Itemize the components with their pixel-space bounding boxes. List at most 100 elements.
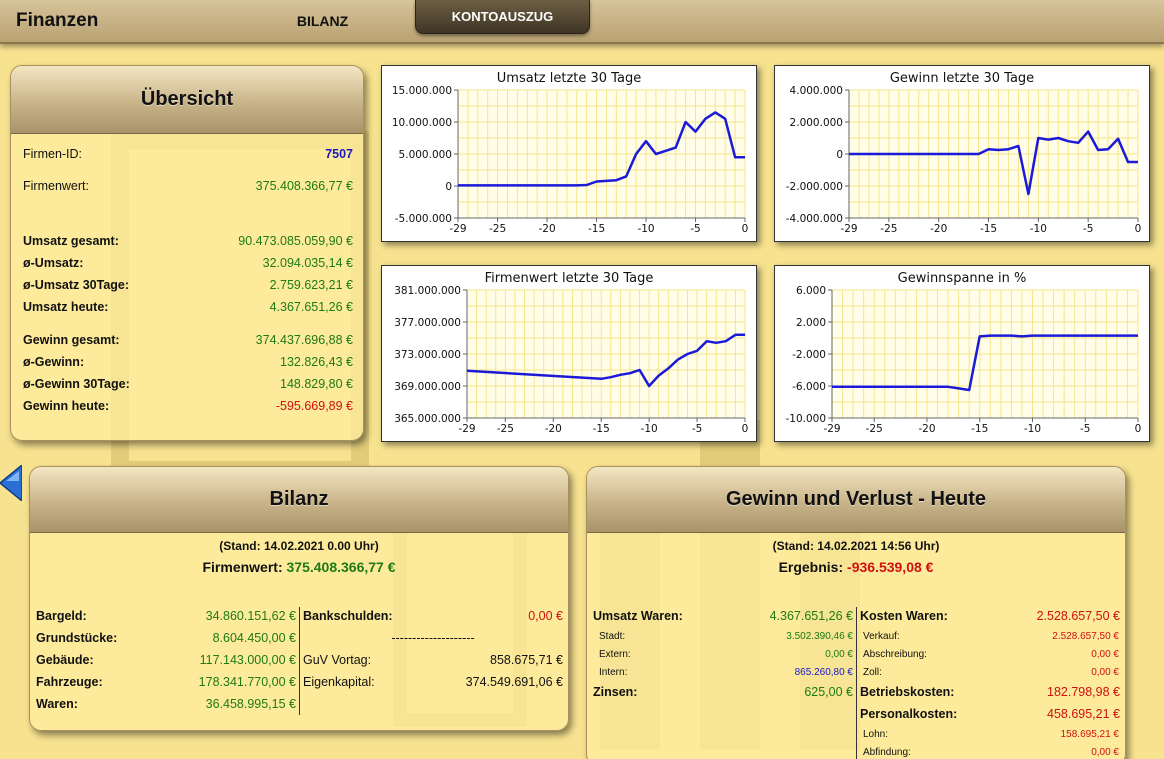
chart-title: Umsatz letzte 30 Tage [497, 71, 641, 86]
guv-value: 0,00 € [1091, 747, 1119, 758]
overview-label: Gewinn heute: [23, 399, 110, 413]
aktiva-row: Fahrzeuge: 178.341.770,00 € [36, 675, 296, 689]
x-tick-label: -10 [641, 423, 658, 435]
y-tick-label: 6.000 [796, 285, 826, 297]
overview-value: 90.473.085.059,90 € [238, 234, 353, 248]
overview-label: Umsatz heute: [23, 300, 109, 314]
passiva-row: GuV Vortag: 858.675,71 € [303, 653, 563, 667]
chart-title: Gewinnspanne in % [898, 271, 1027, 286]
overview-label: Firmen-ID: [23, 147, 83, 161]
guv-label: Zinsen: [593, 685, 638, 699]
tab-kontoauszug[interactable]: KONTOAUSZUG [415, 0, 590, 34]
y-tick-label: 365.000.000 [394, 413, 461, 425]
y-tick-label: 0 [445, 181, 452, 193]
overview-row-gewinn-gesamt: Gewinn gesamt: 374.437.696,88 € [23, 333, 353, 347]
x-tick-label: -15 [588, 223, 605, 235]
x-tick-label: -25 [880, 223, 897, 235]
overview-label: ø-Umsatz 30Tage: [23, 278, 130, 292]
overview-row-umsatz-gesamt: Umsatz gesamt: 90.473.085.059,90 € [23, 234, 353, 248]
y-tick-label: 2.000 [796, 317, 826, 329]
guv-value: 2.528.657,50 € [1052, 631, 1119, 642]
overview-row-firmenwert: Firmenwert: 375.408.366,77 € [23, 179, 353, 193]
aktiva-row: Grundstücke: 8.604.450,00 € [36, 631, 296, 645]
overview-label: ø-Gewinn: [23, 355, 85, 369]
guv-subrow: Extern: 0,00 € [599, 649, 853, 660]
x-tick-label: 0 [1135, 423, 1142, 435]
passiva-label: GuV Vortag: [303, 653, 372, 667]
passiva-value: 0,00 € [528, 609, 563, 623]
y-tick-label: 15.000.000 [392, 85, 452, 97]
tab-bilanz[interactable]: BILANZ [270, 4, 375, 38]
x-tick-label: -15 [593, 423, 610, 435]
y-tick-label: 5.000.000 [399, 149, 452, 161]
overview-row-umsatz-heute: Umsatz heute: 4.367.651,26 € [23, 300, 353, 314]
overview-label: Umsatz gesamt: [23, 234, 119, 248]
guv-subrow: Lohn: 158.695,21 € [863, 729, 1119, 740]
guv-value: 2.528.657,50 € [1036, 609, 1120, 623]
guv-label: Personalkosten: [860, 707, 958, 721]
y-tick-label: 373.000.000 [394, 349, 461, 361]
passiva-label: Eigenkapital: [303, 675, 375, 689]
column-divider [299, 607, 300, 715]
overview-title: Übersicht [11, 66, 363, 134]
passiva-row: Bankschulden: 0,00 € [303, 609, 563, 623]
overview-value: 132.826,43 € [280, 355, 353, 369]
overview-label: Firmenwert: [23, 179, 89, 193]
guv-row: Kosten Waren: 2.528.657,50 € [860, 609, 1120, 623]
aktiva-label: Gebäude: [36, 653, 94, 667]
chart-title: Firmenwert letzte 30 Tage [485, 271, 654, 286]
passiva-value: 858.675,71 € [490, 653, 563, 667]
guv-label: Betriebskosten: [860, 685, 955, 699]
overview-row-avg-gewinn-30: ø-Gewinn 30Tage: 148.829,80 € [23, 377, 353, 391]
x-tick-label: -29 [458, 423, 475, 435]
guv-subrow: Stadt: 3.502.390,46 € [599, 631, 853, 642]
overview-label: Gewinn gesamt: [23, 333, 120, 347]
guv-subrow: Zoll: 0,00 € [863, 667, 1119, 678]
overview-value: 4.367.651,26 € [269, 300, 353, 314]
guv-value: 0,00 € [825, 649, 853, 660]
bilanz-summary: Firmenwert: 375.408.366,77 € [30, 559, 568, 575]
x-tick-label: -5 [690, 223, 700, 235]
guv-subrow: Intern: 865.260,80 € [599, 667, 853, 678]
x-tick-label: -20 [545, 423, 562, 435]
guv-value: 182.798,98 € [1047, 685, 1120, 699]
previous-arrow-icon[interactable] [0, 465, 22, 501]
guv-label: Abschreibung: [863, 649, 927, 660]
guv-value: 625,00 € [804, 685, 853, 699]
overview-value: 374.437.696,88 € [255, 333, 353, 347]
guv-value: 0,00 € [1091, 667, 1119, 678]
guv-value: 3.502.390,46 € [786, 631, 853, 642]
column-divider [856, 607, 857, 759]
overview-value: 375.408.366,77 € [255, 179, 353, 193]
aktiva-value: 178.341.770,00 € [198, 675, 296, 689]
guv-label: Umsatz Waren: [593, 609, 683, 623]
bilanz-panel: Bilanz (Stand: 14.02.2021 0.00 Uhr) Firm… [29, 466, 569, 731]
y-tick-label: 369.000.000 [394, 381, 461, 393]
chart-firmenwert-svg: Firmenwert letzte 30 Tage 381.000.000 377.… [394, 271, 748, 435]
aktiva-row: Waren: 36.458.995,15 € [36, 697, 296, 711]
guv-label: Extern: [599, 649, 631, 660]
y-tick-label: -6.000 [792, 381, 826, 393]
y-tick-label: 10.000.000 [392, 117, 452, 129]
x-tick-label: -5 [1080, 423, 1090, 435]
overview-value: 2.759.623,21 € [269, 278, 353, 292]
aktiva-value: 117.143.000,00 € [199, 653, 296, 667]
aktiva-row: Bargeld: 34.860.151,62 € [36, 609, 296, 623]
guv-panel: Gewinn und Verlust - Heute (Stand: 14.02… [586, 466, 1126, 759]
aktiva-label: Grundstücke: [36, 631, 118, 645]
y-tick-label: 0 [836, 149, 843, 161]
aktiva-label: Bargeld: [36, 609, 87, 623]
bilanz-title: Bilanz [30, 467, 568, 533]
guv-title: Gewinn und Verlust - Heute [587, 467, 1125, 533]
chart-gewinn: Gewinn letzte 30 Tage 4.000.000 2.000.000 0… [774, 65, 1150, 242]
guv-value: 158.695,21 € [1060, 729, 1119, 740]
app-title: Finanzen [16, 10, 99, 31]
guv-value: 865.260,80 € [794, 667, 853, 678]
x-tick-label: -5 [692, 423, 702, 435]
x-tick-label: -20 [930, 223, 947, 235]
chart-firmenwert: Firmenwert letzte 30 Tage 381.000.000 377.… [381, 265, 757, 442]
firmen-id-link[interactable]: 7507 [325, 147, 353, 161]
aktiva-row: Gebäude: 117.143.000,00 € [36, 653, 296, 667]
y-tick-label: -10.000 [785, 413, 826, 425]
guv-label: Verkauf: [863, 631, 900, 642]
